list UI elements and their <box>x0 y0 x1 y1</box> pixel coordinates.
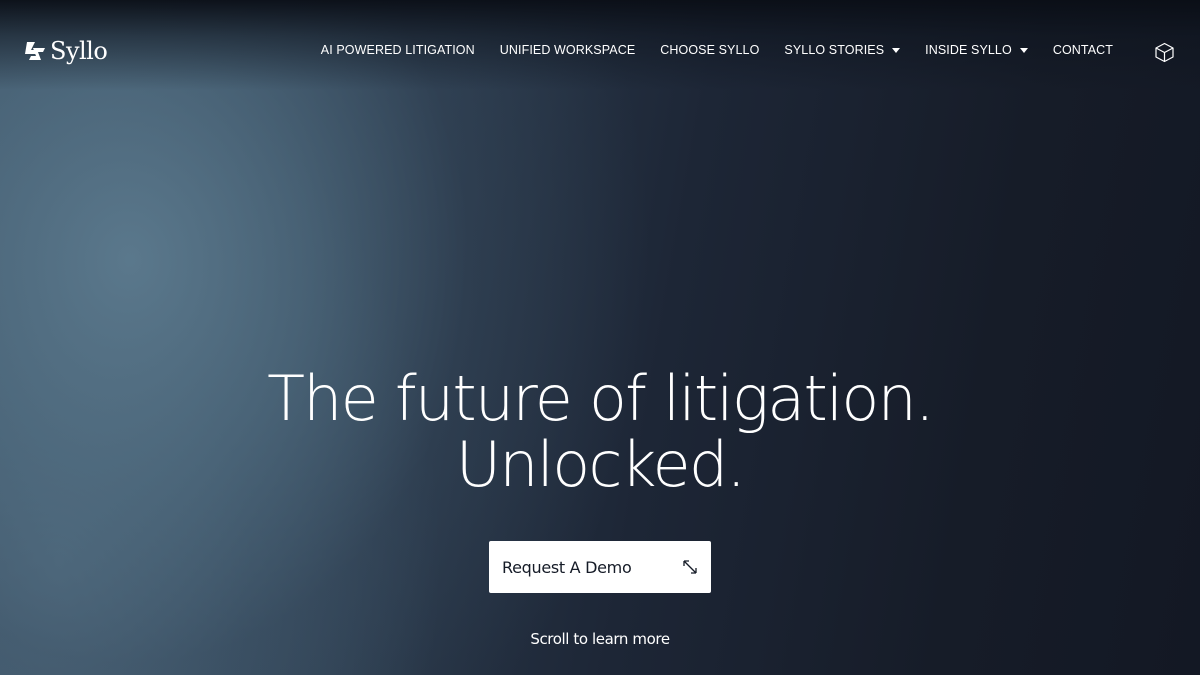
site-header: Syllo AI POWERED LITIGATION UNIFIED WORK… <box>0 0 1200 104</box>
chevron-down-icon <box>892 48 901 53</box>
nav-item-label: INSIDE SYLLO <box>925 43 1012 57</box>
nav-item-label: CHOOSE SYLLO <box>660 43 760 57</box>
nav-item-label: AI POWERED LITIGATION <box>320 43 475 57</box>
request-demo-button[interactable]: Request A Demo <box>489 541 711 593</box>
nav-item-contact[interactable]: CONTACT <box>1053 43 1113 57</box>
syllo-bolt-mark-icon <box>25 42 45 60</box>
nav-item-label: SYLLO STORIES <box>784 43 885 57</box>
nav-item-syllo-stories[interactable]: SYLLO STORIES <box>784 43 901 57</box>
nav-item-inside-syllo[interactable]: INSIDE SYLLO <box>925 43 1028 57</box>
hero-title-line-2: Unlocked. <box>455 428 746 501</box>
nav-item-choose-syllo[interactable]: CHOOSE SYLLO <box>660 43 759 57</box>
cube-icon <box>1155 42 1174 63</box>
logo[interactable]: Syllo <box>24 36 108 66</box>
chevron-down-icon <box>1019 48 1028 53</box>
diagonal-arrows-icon <box>683 560 697 574</box>
scroll-hint[interactable]: Scroll to learn more <box>0 630 1200 648</box>
main-nav: AI POWERED LITIGATION UNIFIED WORKSPACE … <box>321 43 1113 57</box>
nav-item-unified-workspace[interactable]: UNIFIED WORKSPACE <box>500 43 636 57</box>
request-demo-label: Request A Demo <box>502 557 632 577</box>
nav-item-ai-powered-litigation[interactable]: AI POWERED LITIGATION <box>321 43 475 57</box>
cube-button[interactable] <box>1154 42 1175 63</box>
nav-item-label: CONTACT <box>1052 43 1113 57</box>
hero-title: The future of litigation. Unlocked. <box>0 366 1200 498</box>
hero-title-line-1: The future of litigation. <box>267 362 935 435</box>
nav-item-label: UNIFIED WORKSPACE <box>499 43 636 57</box>
logo-text: Syllo <box>50 37 108 65</box>
